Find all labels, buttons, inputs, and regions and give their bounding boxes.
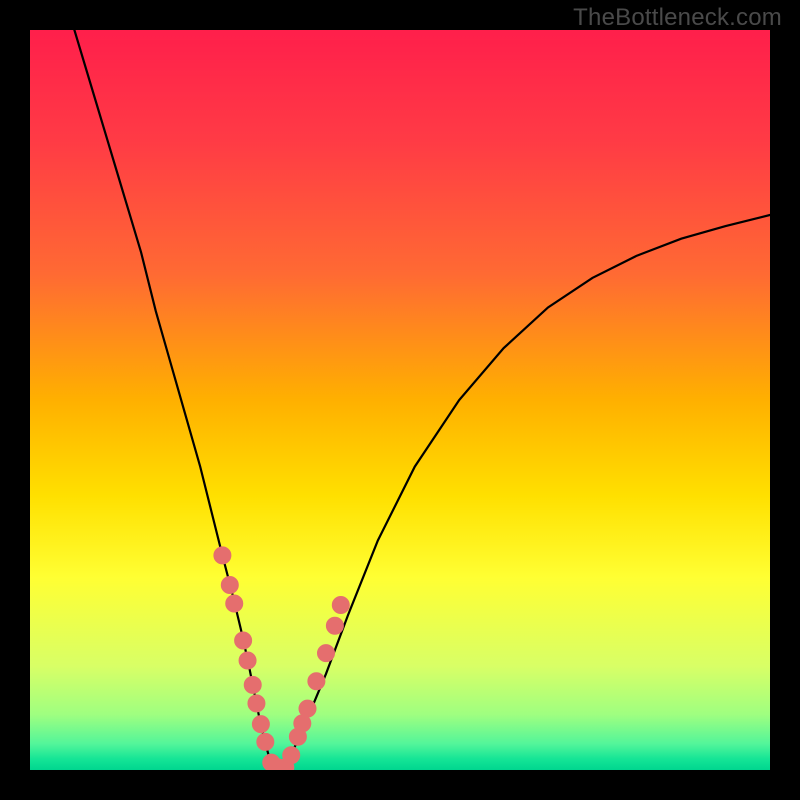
marker-point bbox=[221, 577, 238, 594]
marker-point bbox=[308, 673, 325, 690]
outer-frame: TheBottleneck.com bbox=[0, 0, 800, 800]
marker-point bbox=[326, 617, 343, 634]
marker-point bbox=[239, 652, 256, 669]
marker-point bbox=[283, 747, 300, 764]
gradient-backdrop bbox=[30, 30, 770, 770]
marker-point bbox=[318, 645, 335, 662]
marker-point bbox=[248, 695, 265, 712]
marker-point bbox=[257, 733, 274, 750]
marker-point bbox=[244, 676, 261, 693]
watermark-text: TheBottleneck.com bbox=[573, 4, 782, 32]
marker-point bbox=[252, 716, 269, 733]
marker-point bbox=[235, 632, 252, 649]
marker-point bbox=[332, 596, 349, 613]
chart-svg bbox=[30, 30, 770, 770]
marker-point bbox=[226, 595, 243, 612]
marker-point bbox=[214, 547, 231, 564]
marker-point bbox=[299, 700, 316, 717]
plot-area bbox=[30, 30, 770, 770]
